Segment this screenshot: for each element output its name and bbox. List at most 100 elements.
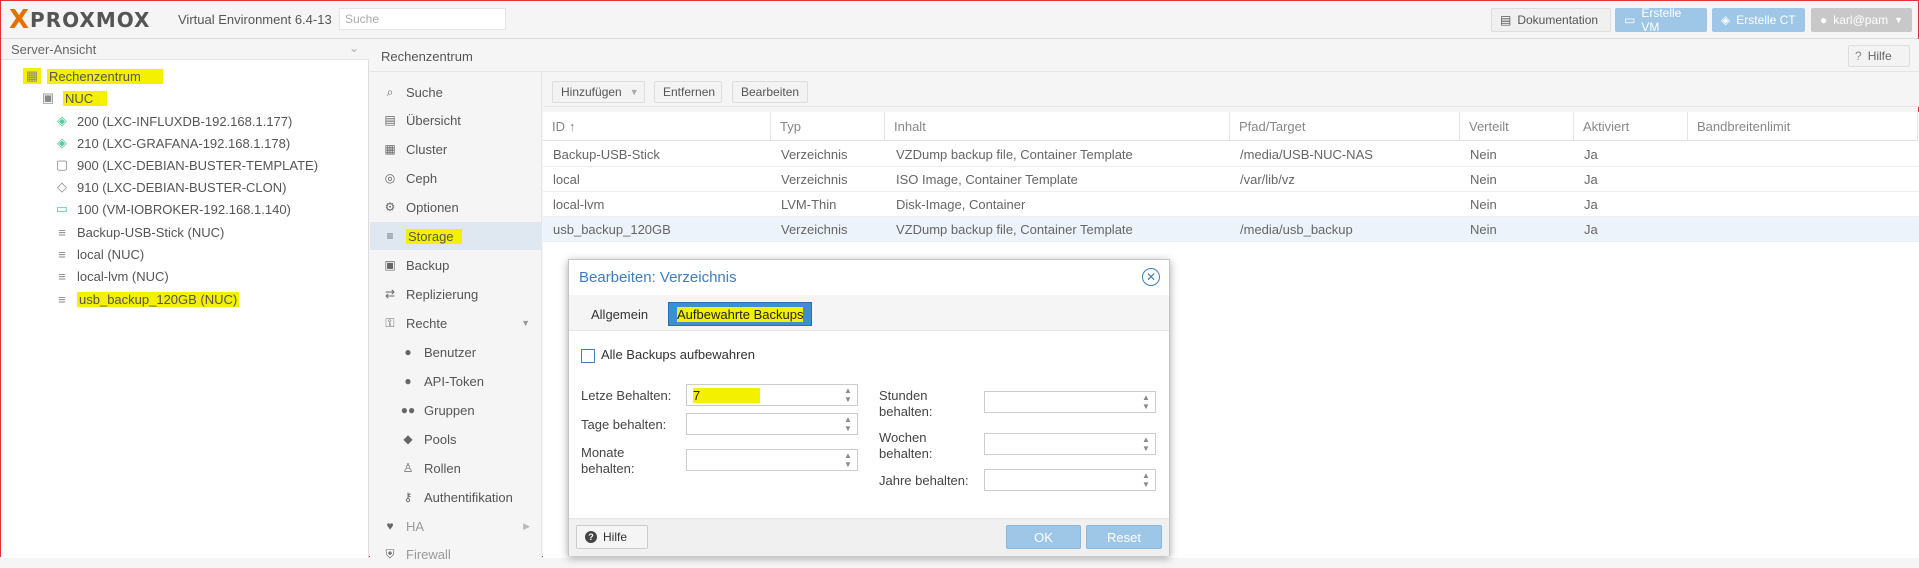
storage-icon: ≡ [58, 291, 66, 307]
retweet-icon: ⇄ [384, 287, 396, 301]
close-icon[interactable]: ✕ [1142, 268, 1160, 286]
tab-general[interactable]: Allgemein [579, 302, 660, 326]
ok-button[interactable]: OK [1006, 525, 1081, 549]
cell-content: ISO Image, Container Template [896, 172, 1078, 187]
table-row[interactable]: Backup-USB-Stick Verzeichnis VZDump back… [543, 142, 1919, 167]
remove-button[interactable]: Entfernen [654, 81, 722, 103]
nav-item-storage[interactable]: ≡ Storage [370, 222, 542, 250]
nav-item-pools[interactable]: ◆ Pools [370, 425, 542, 453]
gear-icon: ⚙ [384, 200, 396, 214]
create-vm-button[interactable]: ▭ Erstelle VM [1615, 6, 1707, 34]
nav-label: Gruppen [424, 402, 475, 418]
nav-item-permissions[interactable]: ⚿ Rechte ▼ [370, 309, 542, 337]
cell-id: local-lvm [553, 197, 605, 212]
cell-type: Verzeichnis [781, 147, 848, 162]
column-header-bandwidth[interactable]: Bandbreitenlimit [1688, 112, 1918, 141]
chevron-down-icon: ▼ [521, 318, 530, 328]
user-menu-button[interactable]: ● karl@pam ▼ [1811, 8, 1912, 32]
tree-item-datacenter[interactable]: ▦ Rechenzentrum [23, 65, 163, 87]
keep-monthly-field[interactable]: ▲ ▼ [686, 449, 858, 471]
search-input[interactable]: Suche [339, 8, 506, 30]
tree-item-ct-200[interactable]: ◈ 200 (LXC-INFLUXDB-192.168.1.177) [53, 110, 292, 132]
cell-id: Backup-USB-Stick [553, 147, 660, 162]
help-button[interactable]: ? Hilfe [1848, 45, 1910, 67]
column-header-shared[interactable]: Verteilt [1460, 112, 1574, 141]
edit-button[interactable]: Bearbeiten [732, 81, 808, 103]
tree-item-label: Backup-USB-Stick (NUC) [77, 224, 225, 240]
nav-item-api-tokens[interactable]: ● API-Token [370, 367, 542, 395]
view-selector[interactable]: Server-Ansicht ⌄ [1, 39, 369, 60]
nav-item-users[interactable]: ● Benutzer [370, 338, 542, 366]
nav-item-cluster[interactable]: ▦ Cluster [370, 135, 542, 163]
keep-yearly-field[interactable]: ▲ ▼ [984, 469, 1156, 491]
nav-item-replication[interactable]: ⇄ Replizierung [370, 280, 542, 308]
remove-label: Entfernen [663, 85, 716, 99]
tree-item-label: local-lvm (NUC) [77, 268, 169, 284]
tree-item-ct-900[interactable]: ▢ 900 (LXC-DEBIAN-BUSTER-TEMPLATE) [53, 154, 318, 176]
nav-item-search[interactable]: ⌕ Suche [370, 78, 542, 106]
storage-icon: ≡ [58, 268, 66, 284]
database-icon: ≡ [386, 229, 394, 243]
nav-item-authentication[interactable]: ⚷ Authentifikation [370, 483, 542, 511]
spinner-arrows-icon[interactable]: ▲ ▼ [1141, 471, 1151, 489]
spinner-arrows-icon[interactable]: ▲ ▼ [1141, 435, 1151, 453]
tree-item-ct-210[interactable]: ◈ 210 (LXC-GRAFANA-192.168.1.178) [53, 132, 290, 154]
tree-item-ct-910[interactable]: ◇ 910 (LXC-DEBIAN-BUSTER-CLON) [53, 176, 287, 198]
tree-item-node[interactable]: ▣ NUC [39, 87, 108, 109]
keep-weekly-field[interactable]: ▲ ▼ [984, 433, 1156, 455]
dialog-help-button[interactable]: ? Hilfe [576, 525, 648, 549]
column-header-id[interactable]: ID ↑ [543, 112, 771, 141]
nav-item-groups[interactable]: ●● Gruppen [370, 396, 542, 424]
tree-item-label: 900 (LXC-DEBIAN-BUSTER-TEMPLATE) [77, 157, 319, 173]
column-header-enabled[interactable]: Aktiviert [1574, 112, 1688, 141]
spinner-arrows-icon[interactable]: ▲ ▼ [843, 386, 853, 404]
nav-item-ceph[interactable]: ◎ Ceph [370, 164, 542, 192]
table-row[interactable]: local Verzeichnis ISO Image, Container T… [543, 167, 1919, 192]
tree-item-storage-usb-backup[interactable]: ≡ usb_backup_120GB (NUC) [53, 288, 240, 310]
search-icon: ⌕ [386, 84, 394, 99]
question-circle-icon: ? [585, 531, 597, 543]
spinner-arrows-icon[interactable]: ▲ ▼ [843, 415, 853, 433]
nav-item-summary[interactable]: ▤ Übersicht [370, 106, 542, 134]
tab-backup-retention[interactable]: Aufbewahrte Backups [668, 302, 813, 326]
view-selector-label: Server-Ansicht [11, 42, 97, 57]
unlock-icon: ⚿ [385, 315, 395, 330]
tree-item-vm-100[interactable]: ▭ 100 (VM-IOBROKER-192.168.1.140) [53, 198, 291, 220]
add-button[interactable]: Hinzufügen ▼ [552, 81, 645, 103]
reset-button[interactable]: Reset [1086, 525, 1162, 549]
tab-backup-retention-label: Aufbewahrte Backups [677, 306, 804, 322]
nav-item-roles[interactable]: ♙ Rollen [370, 454, 542, 482]
keep-hourly-field[interactable]: ▲ ▼ [984, 391, 1156, 413]
nav-item-ha[interactable]: ♥ HA ▶ [370, 512, 542, 540]
floppy-icon: ▣ [384, 258, 396, 272]
nav-item-options[interactable]: ⚙ Optionen [370, 193, 542, 221]
keep-all-checkbox[interactable] [581, 349, 595, 363]
cell-content: VZDump backup file, Container Template [896, 147, 1133, 162]
spinner-arrows-icon[interactable]: ▲ ▼ [1141, 393, 1151, 411]
keep-daily-field[interactable]: ▲ ▼ [686, 413, 858, 435]
table-row[interactable]: local-lvm LVM-Thin Disk-Image, Container… [543, 192, 1919, 217]
documentation-button[interactable]: ▤ Dokumentation [1491, 8, 1611, 32]
tree-item-label: local (NUC) [77, 246, 145, 262]
tree-item-storage-local-lvm[interactable]: ≡ local-lvm (NUC) [53, 265, 169, 287]
datacenter-icon: ▦ [23, 68, 41, 84]
table-row-selected[interactable]: usb_backup_120GB Verzeichnis VZDump back… [543, 217, 1919, 242]
nav-item-firewall[interactable]: ⛨ Firewall [370, 540, 542, 568]
container-running-icon: ◈ [57, 135, 67, 150]
column-header-content[interactable]: Inhalt [885, 112, 1230, 141]
keep-last-field[interactable]: 7 ▲ ▼ [686, 384, 858, 406]
spinner-arrows-icon[interactable]: ▲ ▼ [843, 451, 853, 469]
column-header-path[interactable]: Pfad/Target [1230, 112, 1460, 141]
keep-daily-label: Tage behalten: [581, 417, 667, 432]
chevron-right-icon: ▶ [523, 520, 530, 531]
column-label: Pfad/Target [1239, 118, 1306, 134]
tree-item-storage-backup-usb[interactable]: ≡ Backup-USB-Stick (NUC) [53, 221, 224, 243]
column-header-type[interactable]: Typ [771, 112, 885, 141]
cell-path: /media/USB-NUC-NAS [1240, 147, 1373, 162]
column-label: Typ [780, 118, 801, 134]
create-ct-button[interactable]: ◈ Erstelle CT [1712, 8, 1805, 32]
nav-item-backup[interactable]: ▣ Backup [370, 251, 542, 279]
cell-content: VZDump backup file, Container Template [896, 222, 1133, 237]
proxmox-logo[interactable]: X PROXMOX [9, 7, 150, 33]
tree-item-storage-local[interactable]: ≡ local (NUC) [53, 243, 144, 265]
